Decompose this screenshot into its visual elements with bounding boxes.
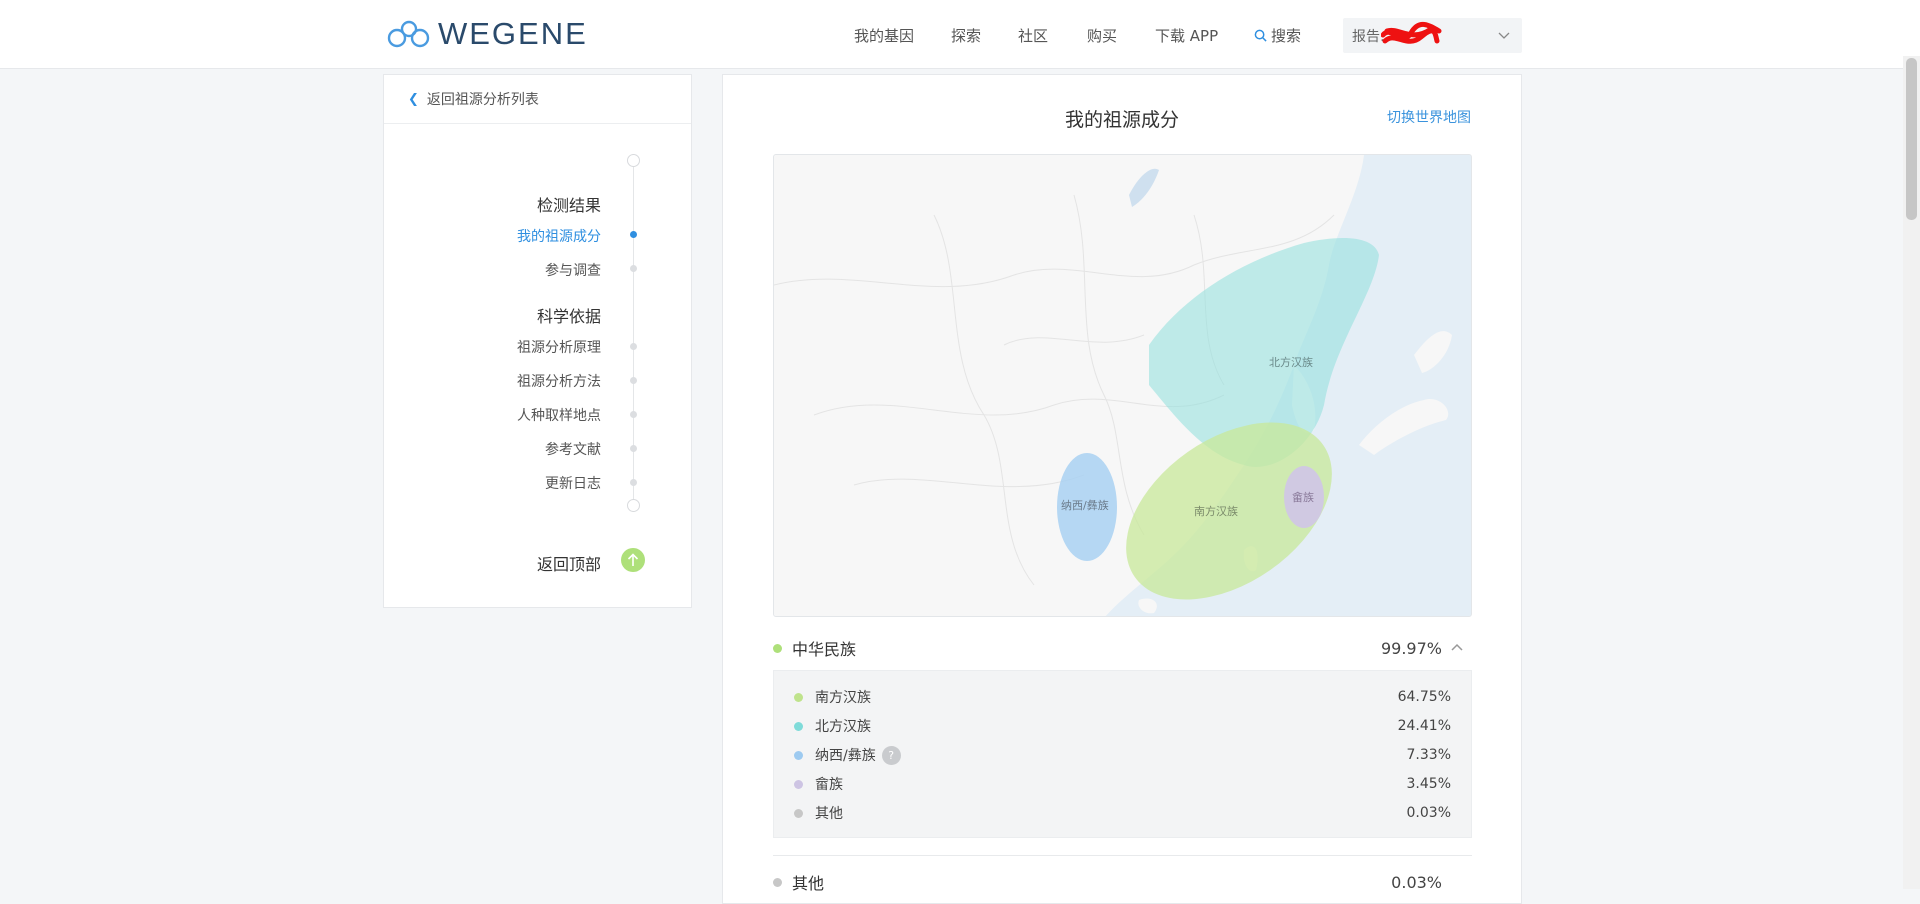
logo-text: WEGENE xyxy=(438,16,588,51)
search-icon xyxy=(1254,29,1267,42)
subgroup-percent: 64.75% xyxy=(1397,689,1451,705)
timeline-dot-active xyxy=(630,231,637,238)
color-dot xyxy=(794,721,803,731)
sidebar-item-references[interactable]: 参考文献 xyxy=(545,439,601,459)
timeline-dot xyxy=(630,377,637,384)
land-hainan xyxy=(1138,598,1157,614)
list-item: 南方汉族 64.75% xyxy=(794,687,1451,707)
back-to-top-button[interactable] xyxy=(621,548,645,572)
section-title-science: 科学依据 xyxy=(536,307,601,326)
list-item: 纳西/彝族 ? 7.33% xyxy=(794,745,1451,765)
nav-community[interactable]: 社区 xyxy=(1018,25,1048,46)
group-row-other[interactable]: 其他 0.03% xyxy=(773,867,1472,897)
subgroup-percent: 7.33% xyxy=(1406,747,1451,763)
group-color-dot xyxy=(773,643,782,653)
chevron-down-icon xyxy=(1498,32,1510,39)
group-color-dot xyxy=(773,877,782,887)
chevron-left-icon: ❮ xyxy=(408,91,419,107)
subgroup-percent: 0.03% xyxy=(1406,805,1451,821)
group-name: 中华民族 xyxy=(792,640,857,659)
ancestry-panel: 我的祖源成分 切换世界地图 北方汉族 南方汉族 纳西/彝族 畲族 中华民族 99… xyxy=(722,74,1522,904)
arrow-up-icon xyxy=(627,553,639,566)
sidebar-item-changelog[interactable]: 更新日志 xyxy=(545,473,601,493)
report-label: 报告: xyxy=(1352,28,1385,45)
color-dot xyxy=(794,750,803,760)
subgroup-name: 北方汉族 xyxy=(815,719,871,735)
map-label-north-han: 北方汉族 xyxy=(1269,355,1313,369)
top-navigation-bar: WEGENE 我的基因 探索 社区 购买 下载 APP 搜索 报告: xyxy=(0,0,1920,69)
scrollbar-thumb[interactable] xyxy=(1906,58,1917,220)
timeline-dot xyxy=(630,265,637,272)
timeline-start-cap xyxy=(627,154,640,167)
map-label-south-han: 南方汉族 xyxy=(1194,504,1238,518)
search-button[interactable]: 搜索 xyxy=(1254,25,1301,46)
sidebar-item-principle[interactable]: 祖源分析原理 xyxy=(517,337,601,357)
timeline-line xyxy=(633,161,634,511)
ancestry-map[interactable]: 北方汉族 南方汉族 纳西/彝族 畲族 xyxy=(773,154,1472,617)
back-to-list-label: 返回祖源分析列表 xyxy=(426,92,539,108)
list-item: 其他 0.03% xyxy=(794,803,1451,823)
sidebar-item-my-ancestry[interactable]: 我的祖源成分 xyxy=(517,226,601,246)
map-canvas: 北方汉族 南方汉族 纳西/彝族 畲族 xyxy=(774,155,1452,616)
land-japan xyxy=(1359,399,1449,455)
subgroup-percent: 3.45% xyxy=(1406,776,1451,792)
subgroup-name: 南方汉族 xyxy=(815,690,871,706)
group-percent: 99.97% xyxy=(1380,638,1442,658)
sidebar-item-survey[interactable]: 参与调查 xyxy=(545,260,601,280)
subgroup-list: 南方汉族 64.75% 北方汉族 24.41% 纳西/彝族 ? 7.33% 畲族… xyxy=(773,670,1472,838)
group-row-chinese[interactable]: 中华民族 99.97% xyxy=(773,633,1472,663)
logo-icon xyxy=(387,20,430,48)
timeline-dot xyxy=(630,411,637,418)
nav-explore[interactable]: 探索 xyxy=(951,25,981,46)
map-label-naxi-yi: 纳西/彝族 xyxy=(1061,498,1109,512)
list-item: 北方汉族 24.41% xyxy=(794,716,1451,736)
subgroup-name: 纳西/彝族 xyxy=(815,748,876,764)
color-dot xyxy=(794,779,803,789)
timeline-dot xyxy=(630,445,637,452)
switch-world-map-link[interactable]: 切换世界地图 xyxy=(1387,107,1471,127)
land-japan-north xyxy=(1414,331,1452,373)
timeline-end-cap xyxy=(627,499,640,512)
color-dot xyxy=(794,808,803,818)
subgroup-name: 其他 xyxy=(815,806,843,822)
color-dot xyxy=(794,692,803,702)
redaction-mark xyxy=(1381,22,1442,44)
timeline-dot xyxy=(630,479,637,486)
page-scrollbar[interactable] xyxy=(1903,56,1920,889)
section-title-results: 检测结果 xyxy=(536,196,601,215)
search-label: 搜索 xyxy=(1271,27,1302,45)
wegene-logo[interactable]: WEGENE xyxy=(386,16,588,51)
back-to-list-link[interactable]: ❮ 返回祖源分析列表 xyxy=(384,75,691,124)
divider xyxy=(773,855,1472,856)
nav-my-genes[interactable]: 我的基因 xyxy=(854,25,914,46)
subgroup-percent: 24.41% xyxy=(1397,718,1451,734)
back-to-top-label[interactable]: 返回顶部 xyxy=(537,551,601,575)
timeline-dot xyxy=(630,343,637,350)
help-icon[interactable]: ? xyxy=(881,745,901,765)
subgroup-name: 畲族 xyxy=(815,777,843,793)
sidebar-item-method[interactable]: 祖源分析方法 xyxy=(517,371,601,391)
group-name: 其他 xyxy=(792,874,825,893)
nav-download-app[interactable]: 下载 APP xyxy=(1155,25,1218,46)
nav-buy[interactable]: 购买 xyxy=(1087,25,1117,46)
chevron-up-icon[interactable] xyxy=(1450,641,1464,653)
sidebar-item-sampling[interactable]: 人种取样地点 xyxy=(517,405,601,425)
list-item: 畲族 3.45% xyxy=(794,774,1451,794)
report-selector[interactable]: 报告: xyxy=(1343,18,1522,53)
map-label-she: 畲族 xyxy=(1292,490,1314,504)
sidebar-panel: ❮ 返回祖源分析列表 检测结果 我的祖源成分 参与调查 科学依据 祖源分析原理 … xyxy=(383,74,692,608)
